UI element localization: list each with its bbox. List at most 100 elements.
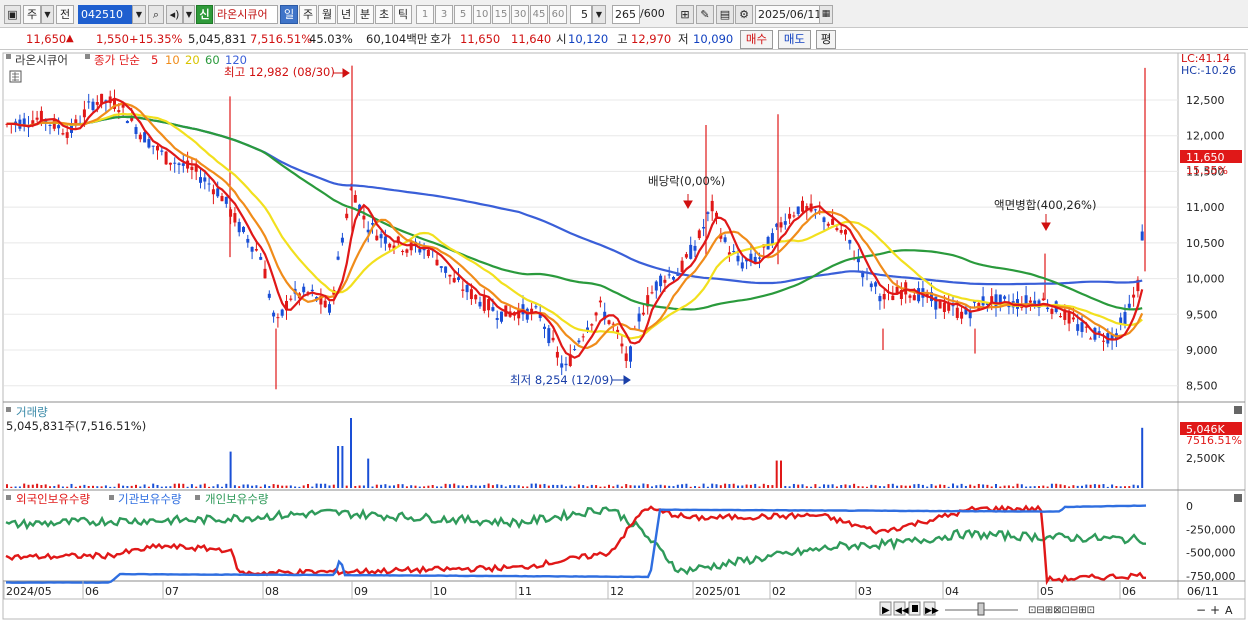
- volume-pane-close-icon[interactable]: [1234, 406, 1242, 414]
- x-axis-label: 07: [165, 585, 179, 598]
- volume-bar: [784, 485, 787, 488]
- candle-body: [426, 249, 430, 256]
- period-type-select[interactable]: 주: [23, 5, 41, 24]
- period-tab-5[interactable]: 초: [375, 5, 393, 24]
- candle-body: [740, 262, 744, 269]
- price-tick-label: 10,000: [1186, 273, 1225, 286]
- low-price: 10,090: [693, 32, 734, 46]
- volume-bar: [1033, 486, 1036, 488]
- calendar-icon[interactable]: ▦: [819, 5, 833, 24]
- stock-chart[interactable]: 라온시큐어 종가 단순 5 10 20 60 12 0 최고 12,982 (08…: [0, 50, 1248, 621]
- chart-settings-icon[interactable]: ⊞: [676, 5, 694, 24]
- interval-button-45[interactable]: 45: [530, 5, 548, 24]
- volume-bar: [169, 486, 172, 488]
- volume-bar: [298, 486, 301, 488]
- volume-bar: [969, 484, 972, 488]
- volume-bar: [930, 484, 933, 488]
- zoom-out-icon[interactable]: −: [1196, 603, 1206, 617]
- volume-bar: [526, 486, 529, 488]
- zoom-in-icon[interactable]: +: [1210, 603, 1220, 617]
- prev-button[interactable]: 전: [56, 5, 74, 24]
- save-icon[interactable]: ▤: [716, 5, 734, 24]
- volume-bar: [229, 451, 232, 488]
- interval-button-5[interactable]: 5: [454, 5, 472, 24]
- volume-bar: [913, 484, 916, 488]
- interval-button-3[interactable]: 3: [435, 5, 453, 24]
- volume-value: 5,045,831: [188, 32, 247, 46]
- volume-bar: [844, 484, 847, 488]
- volume-bar: [203, 483, 206, 488]
- volume-bar: [345, 485, 348, 488]
- candle-body: [788, 213, 792, 219]
- stock-name-text: 라온시큐어: [217, 8, 268, 21]
- candle-body: [955, 307, 959, 318]
- count-input[interactable]: 265: [612, 5, 640, 24]
- x-axis-label: 02: [772, 585, 786, 598]
- chevron-down-icon[interactable]: ▼: [132, 5, 146, 24]
- stop-icon: [912, 605, 918, 612]
- text-tool-icon[interactable]: A: [1225, 604, 1233, 617]
- volume-bar: [530, 483, 533, 488]
- volume-bar: [560, 484, 563, 488]
- candle-body: [654, 281, 658, 291]
- candle-body: [35, 117, 39, 120]
- volume-bar: [762, 483, 765, 488]
- volume-bar: [423, 486, 426, 488]
- candle-body: [276, 317, 280, 319]
- candle-body: [457, 277, 460, 280]
- chevron-down-icon[interactable]: ▼: [183, 5, 195, 24]
- interval-button-60[interactable]: 60: [549, 5, 567, 24]
- zoom-slider-handle[interactable]: [977, 602, 985, 616]
- interval-button-10[interactable]: 10: [473, 5, 491, 24]
- interval-button-15[interactable]: 15: [492, 5, 510, 24]
- stock-name-field[interactable]: 라온시큐어: [214, 5, 278, 24]
- period-tab-2[interactable]: 월: [318, 5, 336, 24]
- volume-bar: [431, 485, 434, 488]
- period-tab-4[interactable]: 분: [356, 5, 374, 24]
- volume-bar: [805, 486, 808, 488]
- period-tab-0[interactable]: 일: [280, 5, 298, 24]
- volume-bar: [939, 484, 942, 488]
- interval-button-30[interactable]: 30: [511, 5, 529, 24]
- search-icon[interactable]: ⌕: [148, 5, 164, 24]
- gear-icon[interactable]: ⚙: [735, 5, 753, 24]
- speaker-icon[interactable]: ◂): [166, 5, 183, 24]
- volume-bar: [569, 485, 572, 488]
- candle-body: [280, 309, 284, 316]
- sell-button[interactable]: 매도: [778, 30, 811, 49]
- candle-body: [598, 300, 602, 303]
- volume-bar: [509, 485, 512, 488]
- volume-bar: [1128, 486, 1131, 488]
- legend-bullet: [6, 495, 11, 500]
- chevron-down-icon[interactable]: ▼: [41, 5, 54, 24]
- volume-bar: [577, 484, 580, 488]
- volume-bar: [208, 486, 211, 488]
- window-menu-button[interactable]: ▣: [4, 5, 21, 24]
- draw-tool-icon[interactable]: ✎: [696, 5, 714, 24]
- chevron-down-icon[interactable]: ▼: [592, 5, 606, 24]
- count-total: /600: [640, 5, 670, 24]
- volume-bar: [18, 486, 21, 488]
- candle-body: [147, 139, 151, 148]
- volume-bar: [646, 484, 649, 488]
- volume-bar: [853, 483, 856, 488]
- layout-icons[interactable]: ⊡⊟⊞⊠⊡⊟⊞⊡: [1028, 605, 1095, 616]
- buy-button[interactable]: 매수: [740, 30, 773, 49]
- candle-body: [478, 301, 482, 307]
- volume-bar: [466, 485, 469, 488]
- holdings-pane-close-icon[interactable]: [1234, 494, 1242, 502]
- candle-body: [409, 242, 413, 251]
- interval-input[interactable]: 5: [570, 5, 592, 24]
- flat-button[interactable]: 평: [816, 30, 836, 49]
- period-tab-1[interactable]: 주: [299, 5, 317, 24]
- split-marker-label: 액면병합(400,26%): [994, 198, 1096, 212]
- volume-bar: [1076, 485, 1079, 488]
- period-tab-6[interactable]: 틱: [394, 5, 412, 24]
- period-tab-3[interactable]: 년: [337, 5, 355, 24]
- interval-button-1[interactable]: 1: [416, 5, 434, 24]
- candle-body: [1076, 324, 1080, 331]
- price-tick-label: 12,000: [1186, 130, 1225, 143]
- stock-code-input[interactable]: 042510: [78, 5, 132, 24]
- candle-body: [659, 275, 663, 287]
- scroll-track[interactable]: [4, 601, 878, 616]
